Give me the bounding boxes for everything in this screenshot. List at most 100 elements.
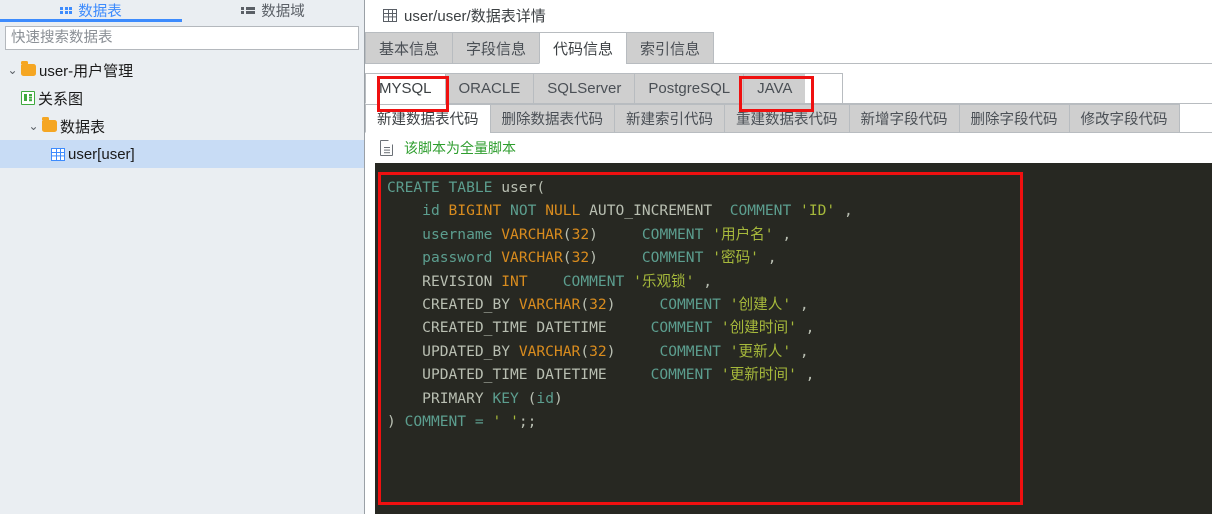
sidebar-tab-strip: 数据表 数据域 [0,0,364,22]
table-icon [51,147,65,161]
action-tab-strip: 新建数据表代码 删除数据表代码 新建索引代码 重建数据表代码 新增字段代码 删除… [365,104,1212,133]
script-note: 该脚本为全量脚本 [365,133,1212,163]
code-token: , [791,342,809,360]
code-token: ) [589,225,598,243]
code-line: REVISION INT COMMENT '乐观锁' , [387,270,1212,293]
code-token: , [773,225,792,243]
document-icon [380,139,394,156]
code-token: ) [387,413,396,431]
diagram-icon [21,91,35,105]
tab-mysql[interactable]: MYSQL [365,73,445,104]
tab-oracle[interactable]: ORACLE [444,73,534,104]
code-token: COMMENT [641,225,704,243]
sidebar-tab-datadomain[interactable]: 数据域 [182,0,364,22]
tab-rebuild-table-code[interactable]: 重建数据表代码 [724,104,849,133]
chevron-down-icon[interactable]: ⌄ [4,64,21,76]
tab-basic-info[interactable]: 基本信息 [365,32,453,64]
tree-item-label: 数据表 [60,118,106,136]
breadcrumb: user/user/数据表详情 [365,0,1212,31]
code-token: '用户名' [712,225,774,243]
tree-item-user-table[interactable]: user[user] [0,140,364,168]
tab-sqlserver[interactable]: SQLServer [533,73,635,104]
code-token: user( [501,179,546,196]
list-icon [241,6,256,15]
code-token: ;; [518,413,537,431]
tree-item-user-project[interactable]: ⌄ user-用户管理 [0,56,364,84]
tree-item-relation-diagram[interactable]: 关系图 [0,84,364,112]
tab-drop-field-code[interactable]: 删除字段代码 [958,104,1069,133]
code-token: COMMENT [641,249,704,267]
code-token: VARCHAR [518,342,581,360]
sidebar-tab-datadomain-label: 数据域 [261,4,305,20]
code-token: COMMENT [659,342,721,360]
tab-modify-field-code[interactable]: 修改字段代码 [1068,104,1180,133]
code-token: ( [562,249,572,267]
code-token: password [422,249,493,267]
code-token: , [694,272,713,290]
code-token: COMMENT [650,319,713,337]
tab-strip-filler [714,32,1212,64]
tab-java[interactable]: JAVA [743,73,806,104]
code-token: 'ID' [800,202,836,220]
tab-add-field-code[interactable]: 新增字段代码 [848,104,959,133]
folder-icon [42,117,57,132]
code-token: COMMENT [650,366,713,384]
code-token: 32 [589,296,607,314]
code-token: ) [589,249,598,267]
code-token: CREATED_TIME DATETIME [422,319,607,337]
code-token: ) [606,342,616,360]
tree-item-datatables-folder[interactable]: ⌄ 数据表 [0,112,364,140]
search-input[interactable] [5,26,359,50]
code-token: VARCHAR [518,296,581,314]
sidebar-tab-datatable[interactable]: 数据表 [0,0,182,22]
info-tab-strip: 基本信息 字段信息 代码信息 索引信息 [365,32,1212,64]
code-token: 32 [571,249,590,267]
script-note-text: 该脚本为全量脚本 [404,140,516,156]
tree-item-label: 关系图 [38,90,84,108]
code-token: INT [501,272,528,290]
tab-index-info[interactable]: 索引信息 [626,32,715,64]
code-token: UPDATED_TIME DATETIME [422,366,607,384]
tab-create-table-code[interactable]: 新建数据表代码 [365,104,490,133]
chevron-down-icon[interactable]: ⌄ [25,120,42,132]
tab-create-index-code[interactable]: 新建索引代码 [614,104,724,133]
tab-drop-table-code[interactable]: 删除数据表代码 [489,104,614,133]
code-token: '创建时间' [720,319,797,337]
tab-field-info[interactable]: 字段信息 [452,32,540,64]
code-line: CREATE TABLE user( [387,176,1212,199]
code-token: 32 [571,225,590,243]
code-token: BIGINT [448,202,502,220]
code-token: ) [606,296,616,314]
app-root: 数据表 数据域 ⌄ user-用户管理 关系图 ⌄ [0,0,1212,514]
code-token: ( [580,296,590,314]
tab-postgresql[interactable]: PostgreSQL [634,73,744,104]
code-token: id [422,202,440,220]
code-viewer[interactable]: CREATE TABLE user( id BIGINT NOT NULL AU… [375,163,1212,514]
code-line: UPDATED_TIME DATETIME COMMENT '更新时间' , [387,363,1212,386]
code-line: password VARCHAR(32) COMMENT '密码' , [387,246,1212,269]
grid-icon [60,6,73,15]
code-token: COMMENT [659,296,721,314]
tab-code-info[interactable]: 代码信息 [539,32,627,64]
code-token: ( [562,225,572,243]
code-line: CREATED_BY VARCHAR(32) COMMENT '创建人' , [387,293,1212,316]
